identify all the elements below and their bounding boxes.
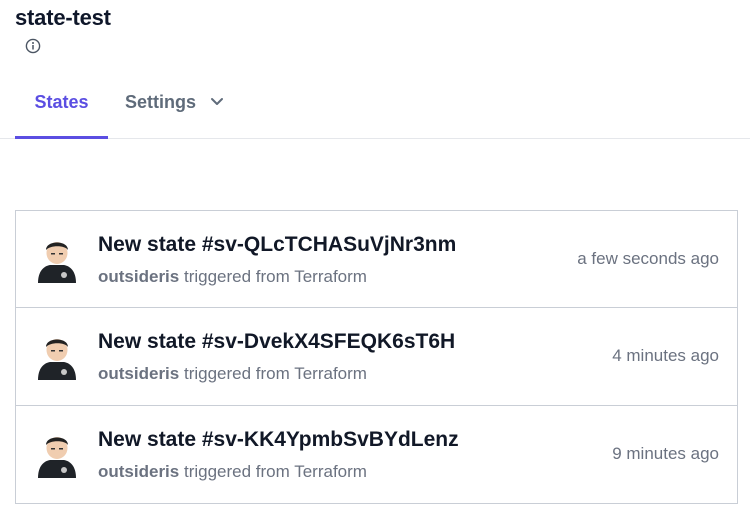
tab-states[interactable]: States (15, 80, 108, 138)
state-row[interactable]: New state #sv-DvekX4SFEQK6sT6H outsideri… (16, 308, 737, 406)
state-meta: outsideris triggered from Terraform (98, 462, 367, 482)
tab-settings-label: Settings (125, 92, 197, 112)
state-user: outsideris (98, 461, 180, 481)
tab-bar: States Settings (0, 80, 750, 139)
avatar (38, 242, 76, 283)
state-source: triggered from Terraform (183, 267, 367, 286)
state-name[interactable]: New state #sv-DvekX4SFEQK6sT6H (98, 330, 455, 354)
state-time: 4 minutes ago (612, 346, 719, 366)
state-source: triggered from Terraform (183, 364, 367, 384)
state-row[interactable]: New state #sv-KK4YpmbSvBYdLenz outsideri… (16, 406, 737, 503)
state-meta: outsideris triggered from Terraform (98, 267, 367, 287)
state-name[interactable]: New state #sv-QLcTCHASuVjNr3nm (98, 233, 456, 257)
state-time: 9 minutes ago (612, 443, 719, 463)
tab-states-label: States (34, 92, 89, 112)
state-list: New state #sv-QLcTCHASuVjNr3nm outsideri… (15, 210, 738, 504)
avatar (38, 339, 76, 381)
state-row[interactable]: New state #sv-QLcTCHASuVjNr3nm outsideri… (16, 211, 737, 309)
active-tab-indicator (15, 136, 108, 139)
chevron-down-icon (211, 98, 224, 105)
state-name[interactable]: New state #sv-KK4YpmbSvBYdLenz (98, 428, 459, 452)
state-user: outsideris (98, 364, 180, 384)
avatar (38, 436, 76, 478)
state-time: a few seconds ago (577, 249, 719, 268)
state-user: outsideris (98, 267, 180, 286)
tab-settings[interactable]: Settings (125, 80, 224, 138)
info-icon[interactable] (25, 38, 41, 54)
state-meta: outsideris triggered from Terraform (98, 364, 367, 384)
page-title: state-test (15, 5, 111, 30)
state-source: triggered from Terraform (183, 461, 367, 481)
